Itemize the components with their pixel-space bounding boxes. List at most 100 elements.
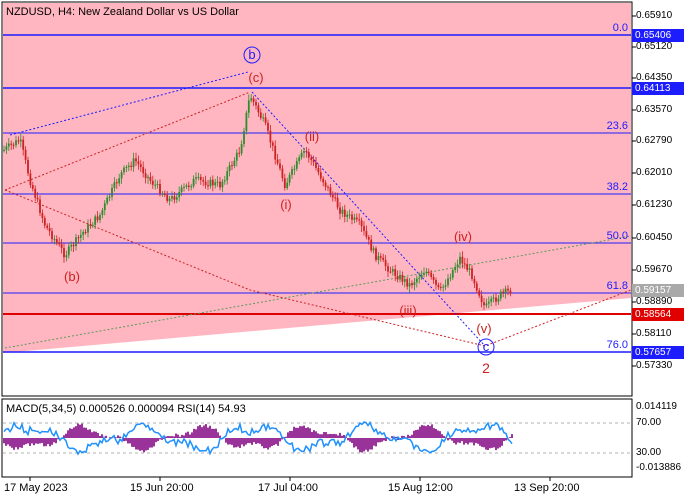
macd-bar [333,433,335,438]
candle-body [408,283,411,287]
candle-body [120,172,123,179]
candle-body [243,131,245,145]
price-tag-fib-0: 0.65406 [632,29,684,42]
candle-body [507,288,509,291]
macd-bar [411,434,413,438]
macd-bar [479,438,481,446]
macd-bar [201,427,203,438]
candle-body [135,158,137,162]
candle-body [259,112,262,118]
macd-bar [13,438,15,450]
candle-body [202,179,205,182]
candle-body [111,187,113,197]
candle-body [207,185,209,187]
macd-bar [27,438,29,444]
macd-bar [285,436,287,438]
candle-body [255,101,257,106]
macd-bar [431,424,433,438]
macd-bar [289,430,291,438]
candle-body [108,196,111,198]
candle-body [427,271,430,273]
macd-bar [319,434,321,438]
candle-body [231,165,233,167]
macd-bar [119,436,121,438]
candle-body [87,224,89,233]
macd-bar [237,438,239,447]
candle-body [79,234,82,238]
candle-body [204,181,207,186]
candle-body [375,248,377,260]
candle-body [55,239,58,243]
fib-label-38-2: 38.2 [607,181,628,193]
wave-c-paren-label: (c) [248,70,263,85]
candle-body [185,185,188,187]
macd-bar [191,432,193,438]
macd-bar [67,430,69,438]
candle-body [355,217,358,220]
macd-bar [461,438,463,442]
candle-body [430,272,433,278]
macd-bar [335,434,337,438]
macd-bar [425,426,427,438]
wave-c-circle-label: c [483,339,490,354]
candle-body [372,248,375,251]
candle-body [322,178,325,183]
candle-body [77,237,80,239]
macd-bar [271,438,273,447]
candle-body [82,232,85,235]
macd-bar [341,435,343,438]
macd-bar [79,424,81,438]
macd-bar [217,432,219,438]
candle-body [358,219,361,221]
macd-bar [383,438,385,441]
macd-bar [493,438,495,448]
candle-body [190,186,193,188]
candle-body [435,279,437,285]
macd-bar [29,438,31,446]
candle-body [487,301,490,304]
candle-body [303,151,305,153]
candle-body [331,194,334,198]
chart-terminal[interactable]: b (c) (ii) (i) (b) (iv) (iii) (v) c 2 0.… [0,0,700,500]
macd-bar [465,438,467,444]
macd-bar [159,438,161,440]
candle-body [161,193,164,195]
macd-bar [231,438,233,445]
candle-body [310,157,313,161]
macd-bar [69,428,71,438]
macd-bar [99,435,101,438]
macd-bar [95,431,97,438]
macd-bar [477,438,479,444]
macd-bar [145,438,147,451]
price-tick-label: 0.57330 [636,360,673,371]
price-tick-label: 0.62790 [636,135,673,146]
pink-zone [3,3,631,353]
macd-bar [239,438,241,448]
macd-bar [417,429,419,438]
macd-bar [481,438,483,447]
macd-bar [253,438,255,443]
macd-bar [25,438,27,445]
candle-body [96,216,99,221]
macd-bar [93,431,95,438]
candle-body [363,226,365,231]
candle-body [144,173,147,179]
candle-body [497,298,500,302]
macd-bar [471,438,473,443]
candle-body [466,263,469,270]
macd-bar [167,436,169,438]
macd-bar [419,426,421,438]
main-chart-panel[interactable]: b (c) (ii) (i) (b) (iv) (iii) (v) c 2 0.… [1,1,633,397]
macd-bar [227,438,229,445]
candle-body [15,140,17,146]
candle-body [127,165,130,168]
macd-bar [257,438,259,444]
macd-bar [369,438,371,450]
macd-bar [173,436,175,438]
candle-body [187,185,190,187]
price-tag-fib-76: 0.57657 [632,346,684,359]
candle-body [370,239,373,251]
macd-bar [43,438,45,447]
macd-bar [141,438,143,451]
candle-body [478,290,481,296]
